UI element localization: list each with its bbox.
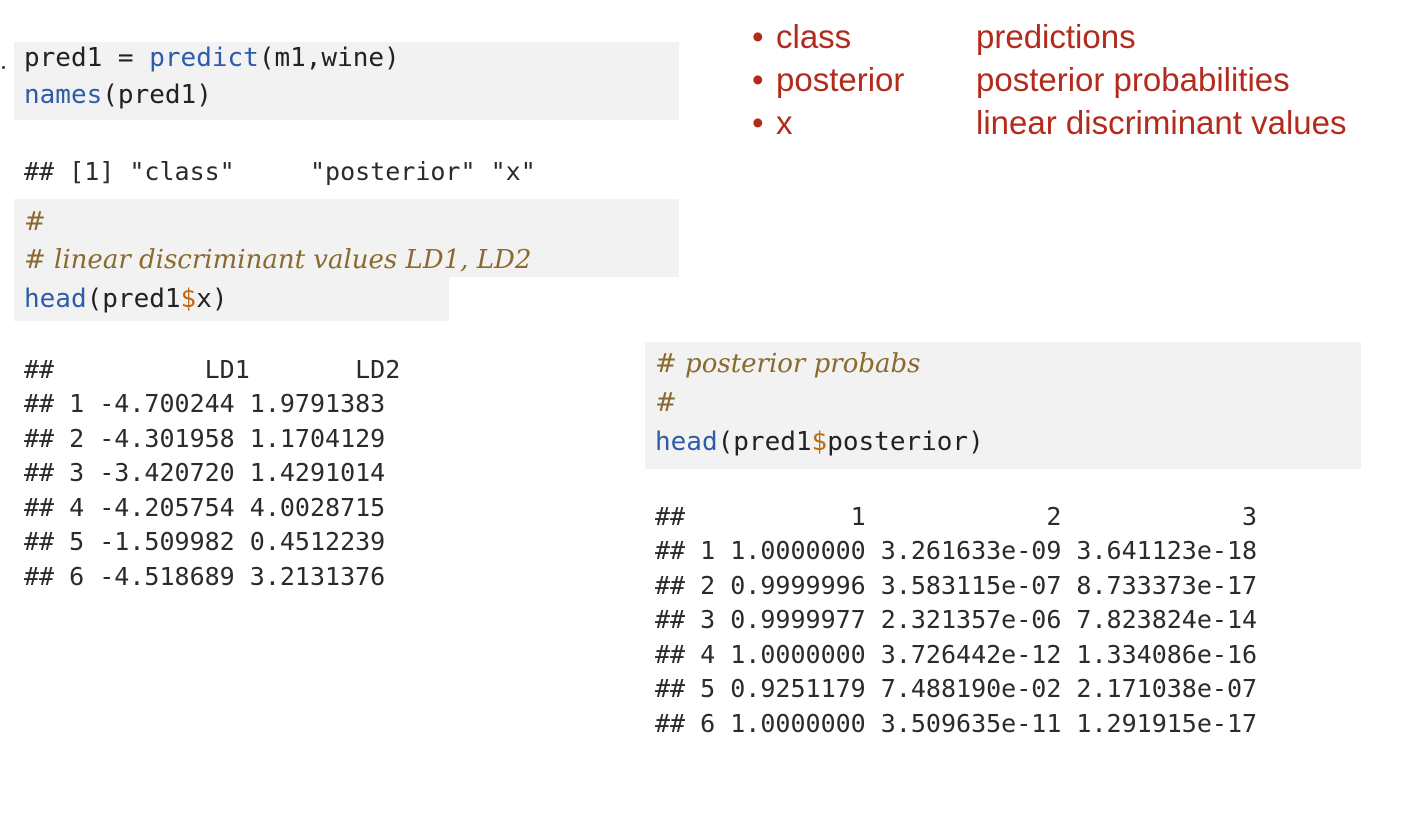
code-args: (pred1 — [717, 427, 812, 457]
posterior-table-header: ## 1 2 3 — [655, 502, 1258, 531]
bullet-icon: • — [752, 61, 764, 98]
legend-term: posterior — [776, 61, 905, 98]
output-names: ## [1] "class" "posterior" "x" — [24, 157, 536, 186]
table-row: ## 6 -4.518689 3.2131376 — [24, 562, 386, 591]
comment-line-posterior: # posterior probabs — [655, 349, 921, 379]
ld-table-header: ## LD1 LD2 — [24, 355, 401, 384]
legend-desc: posterior probabilities — [976, 61, 1290, 98]
legend: • class predictions • posterior posterior … — [752, 15, 1347, 144]
dollar-operator: $ — [811, 427, 828, 457]
legend-desc: predictions — [976, 18, 1136, 55]
code-args: (pred1) — [102, 80, 212, 110]
comment-line-ld: # linear discriminant values LD1, LD2 — [24, 245, 532, 275]
table-row: ## 2 -4.301958 1.1704129 — [24, 424, 386, 453]
comment-line: # — [24, 207, 46, 237]
legend-term: class — [776, 18, 852, 55]
table-row: ## 1 -4.700244 1.9791383 — [24, 389, 386, 418]
bullet-icon: • — [752, 104, 764, 141]
function-names: names — [24, 80, 103, 110]
function-head: head — [655, 427, 718, 457]
table-row: ## 2 0.9999996 3.583115e-07 8.733373e-17 — [655, 571, 1258, 600]
legend-item-x: • x linear discriminant values — [752, 101, 1347, 144]
legend-term: x — [776, 104, 793, 141]
code-args: (m1,wine) — [258, 43, 400, 73]
code-line-predict: pred1 = predict(m1,wine) — [24, 41, 400, 75]
table-row: ## 5 -1.509982 0.4512239 — [24, 527, 386, 556]
table-row: ## 4 1.0000000 3.726442e-12 1.334086e-16 — [655, 640, 1258, 669]
legend-item-class: • class predictions — [752, 15, 1136, 58]
dollar-operator: $ — [180, 284, 197, 314]
table-row: ## 5 0.9251179 7.488190e-02 2.171038e-07 — [655, 674, 1258, 703]
table-row: ## 3 -3.420720 1.4291014 — [24, 458, 386, 487]
code-line-head-x: head(pred1$x) — [24, 282, 228, 316]
code-text: pred1 = — [24, 43, 150, 73]
table-row: ## 4 -4.205754 4.0028715 — [24, 493, 386, 522]
legend-item-posterior: • posterior posterior probabilities — [752, 58, 1290, 101]
comment-line: # — [655, 388, 677, 418]
table-row: ## 3 0.9999977 2.321357e-06 7.823824e-14 — [655, 605, 1258, 634]
stray-dot — [2, 66, 5, 69]
code-line-head-posterior: head(pred1$posterior) — [655, 425, 984, 459]
code-args: x) — [196, 284, 228, 314]
code-args: posterior) — [827, 427, 984, 457]
bullet-icon: • — [752, 18, 764, 55]
table-row: ## 1 1.0000000 3.261633e-09 3.641123e-18 — [655, 536, 1258, 565]
function-head: head — [24, 284, 87, 314]
code-args: (pred1 — [86, 284, 181, 314]
function-predict: predict — [149, 43, 259, 73]
legend-desc: linear discriminant values — [976, 104, 1347, 141]
code-line-names: names(pred1) — [24, 78, 212, 112]
table-row: ## 6 1.0000000 3.509635e-11 1.291915e-17 — [655, 709, 1258, 738]
